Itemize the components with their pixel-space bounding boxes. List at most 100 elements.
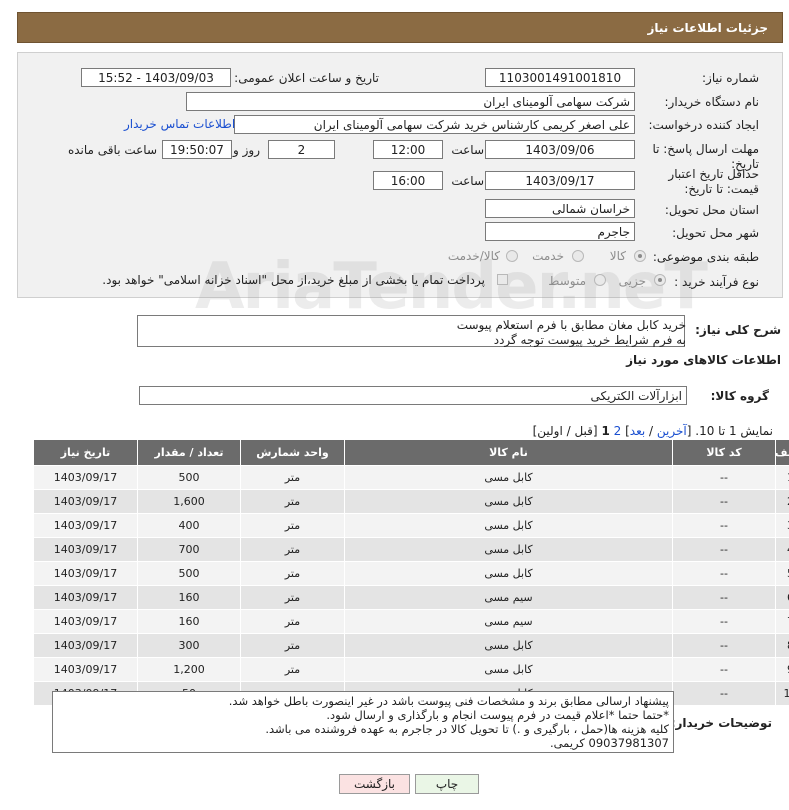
- cell-unit: متر: [240, 537, 345, 562]
- cell-quantity: 160: [137, 585, 241, 610]
- col-item-code: کد کالا: [672, 439, 776, 466]
- cell-quantity: 500: [137, 465, 241, 490]
- buyer-notes-line: 09037981307 کریمی.: [549, 736, 669, 750]
- cell-need-date: 1403/09/17: [33, 465, 138, 490]
- pagination-prefix: نمایش 1 تا 10. [: [686, 424, 773, 438]
- cell-item-code: --: [672, 465, 776, 490]
- category-goods-label: کالا: [609, 249, 626, 263]
- cell-need-date: 1403/09/17: [33, 489, 138, 514]
- province-label: استان محل تحویل:: [664, 203, 759, 217]
- buyer-notes-line: *حتما حتما *اعلام قیمت در فرم پیوست انجا…: [326, 708, 669, 722]
- cell-unit: متر: [240, 633, 345, 658]
- table-row: 9--کابل مسیمتر1,2001403/09/17: [33, 657, 789, 682]
- cell-item-code: --: [672, 681, 776, 706]
- cell-row-number: 9: [775, 657, 789, 682]
- table-row: 5--کابل مسیمتر5001403/09/17: [33, 561, 789, 586]
- city-label: شهر محل تحویل:: [672, 226, 759, 240]
- cell-quantity: 500: [137, 561, 241, 586]
- cell-quantity: 1,200: [137, 657, 241, 682]
- table-header-row: ردیف کد کالا نام کالا واحد شمارش تعداد /…: [33, 439, 789, 466]
- cell-need-date: 1403/09/17: [33, 657, 138, 682]
- cell-row-number: 6: [775, 585, 789, 610]
- cell-unit: متر: [240, 489, 345, 514]
- pagination-bar: نمایش 1 تا 10. [آخرین / بعد] 2 1 [قبل / …: [533, 424, 773, 438]
- buyer-org-field: شرکت سهامی آلومینای ایران: [186, 92, 635, 111]
- summary-label: شرح کلی نیاز:: [695, 323, 781, 337]
- cell-item-code: --: [672, 585, 776, 610]
- remaining-time-field: 19:50:07: [162, 140, 232, 159]
- announce-label: تاریخ و ساعت اعلان عمومی:: [234, 71, 379, 85]
- cell-need-date: 1403/09/17: [33, 633, 138, 658]
- days-field: 2: [268, 140, 335, 159]
- process-minor-radio[interactable]: [654, 274, 666, 286]
- buyer-notes-field: پیشنهاد ارسالی مطابق برند و مشخصات فنی پ…: [52, 691, 674, 753]
- cell-need-date: 1403/09/17: [33, 513, 138, 538]
- category-service-label: خدمت: [532, 249, 564, 263]
- category-service-radio[interactable]: [572, 250, 584, 262]
- goods-table: ردیف کد کالا نام کالا واحد شمارش تعداد /…: [33, 439, 789, 706]
- need-number-label: شماره نیاز:: [702, 71, 759, 85]
- page-title: جزئیات اطلاعات نیاز: [647, 21, 768, 35]
- pagination-prev-first: [قبل / اولین]: [532, 424, 598, 438]
- category-both-label: کالا/خدمت: [447, 249, 500, 263]
- col-item-name: نام کالا: [344, 439, 673, 466]
- need-number-field: 1103001491001810: [485, 68, 635, 87]
- cell-item-code: --: [672, 657, 776, 682]
- cell-need-date: 1403/09/17: [33, 537, 138, 562]
- cell-item-code: --: [672, 633, 776, 658]
- col-row-number: ردیف: [775, 439, 789, 466]
- table-row: 8--کابل مسیمتر3001403/09/17: [33, 633, 789, 658]
- treasury-payment-note: پرداخت تمام یا بخشی از مبلغ خرید،از محل …: [102, 273, 485, 287]
- buyer-notes-label: توضیحات خریدار:: [670, 716, 772, 730]
- cell-item-code: --: [672, 609, 776, 634]
- cell-item-name: کابل مسی: [344, 513, 673, 538]
- cell-row-number: 8: [775, 633, 789, 658]
- cell-unit: متر: [240, 609, 345, 634]
- city-field: جاجرم: [485, 222, 635, 241]
- print-button[interactable]: چاپ: [415, 774, 479, 794]
- buyer-contact-link[interactable]: اطلاعات تماس خریدار: [124, 117, 235, 131]
- cell-row-number: 2: [775, 489, 789, 514]
- cell-quantity: 300: [137, 633, 241, 658]
- goods-section-title: اطلاعات کالاهای مورد نیاز: [626, 353, 781, 367]
- col-quantity: تعداد / مقدار: [137, 439, 241, 466]
- cell-unit: متر: [240, 513, 345, 538]
- summary-text-line2: به فرم شرایط خرید پیوست توجه گردد: [493, 333, 686, 347]
- category-label: طبقه بندی موضوعی:: [652, 250, 759, 264]
- back-button[interactable]: بازگشت: [339, 774, 410, 794]
- creator-field: علی اصغر کریمی کارشناس خرید شرکت سهامی آ…: [234, 115, 635, 134]
- pagination-next-link[interactable]: بعد: [630, 424, 645, 438]
- goods-group-field: ابزارآلات الکتریکی: [139, 386, 687, 405]
- summary-text-line1: خرید کابل مغان مطابق با فرم استعلام پیوس…: [456, 318, 686, 332]
- cell-unit: متر: [240, 657, 345, 682]
- cell-quantity: 160: [137, 609, 241, 634]
- cell-item-name: کابل مسی: [344, 657, 673, 682]
- category-both-radio[interactable]: [506, 250, 518, 262]
- cell-row-number: 5: [775, 561, 789, 586]
- table-row: 7--سیم مسیمتر1601403/09/17: [33, 609, 789, 634]
- pagination-page-2[interactable]: 2: [614, 424, 622, 438]
- days-label: روز و: [233, 143, 260, 157]
- pagination-last-link[interactable]: آخرین: [657, 424, 687, 438]
- treasury-payment-checkbox[interactable]: [497, 274, 508, 285]
- buyer-notes-line: پیشنهاد ارسالی مطابق برند و مشخصات فنی پ…: [228, 694, 669, 708]
- cell-unit: متر: [240, 585, 345, 610]
- cell-item-code: --: [672, 537, 776, 562]
- cell-item-name: سیم مسی: [344, 585, 673, 610]
- buyer-org-label: نام دستگاه خریدار:: [664, 95, 760, 109]
- process-medium-radio[interactable]: [594, 274, 606, 286]
- table-row: 2--کابل مسیمتر1,6001403/09/17: [33, 489, 789, 514]
- cell-item-code: --: [672, 561, 776, 586]
- announce-field: 1403/09/03 - 15:52: [81, 68, 231, 87]
- category-goods-radio[interactable]: [634, 250, 646, 262]
- province-field: خراسان شمالی: [485, 199, 635, 218]
- deadline-time-field: 12:00: [373, 140, 443, 159]
- validity-label: حداقل تاریخ اعتبار قیمت: تا تاریخ:: [668, 167, 759, 196]
- cell-row-number: 7: [775, 609, 789, 634]
- pagination-page-1: 1: [601, 424, 610, 438]
- cell-item-code: --: [672, 489, 776, 514]
- cell-unit: متر: [240, 561, 345, 586]
- table-row: 1--کابل مسیمتر5001403/09/17: [33, 465, 789, 490]
- validity-time-label: ساعت: [451, 174, 484, 188]
- cell-quantity: 1,600: [137, 489, 241, 514]
